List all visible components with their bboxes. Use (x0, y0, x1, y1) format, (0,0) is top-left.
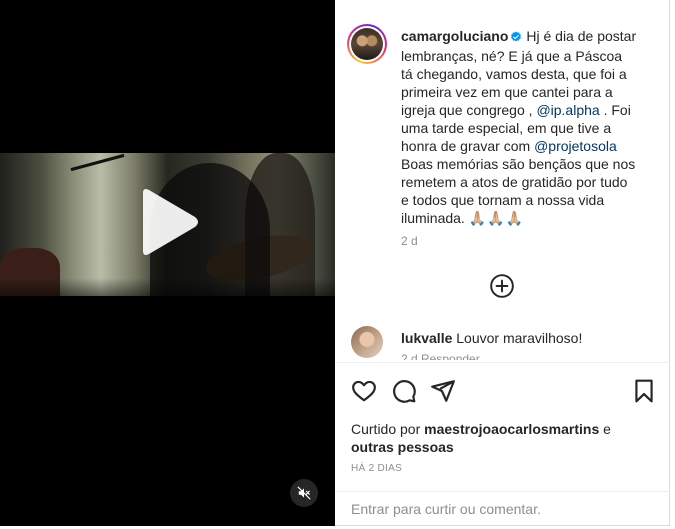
bookmark-icon[interactable] (631, 378, 657, 404)
other-likers-link[interactable]: outras pessoas (351, 439, 454, 455)
comment-item: lukvalle Louvor maravilhoso! (401, 329, 582, 347)
commenter-avatar[interactable] (351, 326, 383, 358)
post-details: camargoluciano Hj é dia de postar lembran… (335, 0, 670, 526)
liker-username[interactable]: maestrojoaocarlosmartins (424, 421, 599, 437)
comment-username[interactable]: lukvalle (401, 330, 452, 346)
comments-scroll-area[interactable]: camargoluciano Hj é dia de postar lembran… (335, 0, 670, 360)
comment-meta[interactable]: 2 d Responder (401, 352, 480, 360)
post-actions: Curtido por maestrojoaocarlosmartins e o… (335, 362, 670, 526)
comment-icon[interactable] (391, 378, 417, 404)
video-player[interactable] (0, 0, 335, 526)
play-icon[interactable] (137, 187, 201, 257)
likes-summary: Curtido por maestrojoaocarlosmartins e o… (351, 421, 611, 455)
verified-badge-icon (510, 29, 522, 47)
author-avatar[interactable] (347, 24, 387, 64)
comment-body: Louvor maravilhoso! (456, 330, 583, 346)
post-dialog: camargoluciano Hj é dia de postar lembran… (0, 0, 670, 526)
post-caption: camargoluciano Hj é dia de postar lembran… (401, 27, 637, 227)
mute-icon[interactable] (290, 479, 318, 507)
mention-link[interactable]: @ip.alpha (536, 102, 599, 118)
comment-input[interactable] (351, 501, 651, 517)
author-username[interactable]: camargoluciano (401, 28, 508, 44)
pray-emoji: 🙏🏼🙏🏼🙏🏼 (468, 210, 524, 226)
comment-bar (335, 491, 670, 527)
author-avatar-photo (351, 28, 383, 60)
share-icon[interactable] (430, 378, 456, 404)
caption-timestamp[interactable]: 2 d (401, 234, 418, 248)
post-date[interactable]: HÁ 2 DIAS (351, 463, 402, 474)
mention-link[interactable]: @projetosola (534, 138, 617, 154)
heart-icon[interactable] (351, 378, 377, 404)
plus-circle-icon[interactable] (489, 273, 515, 299)
